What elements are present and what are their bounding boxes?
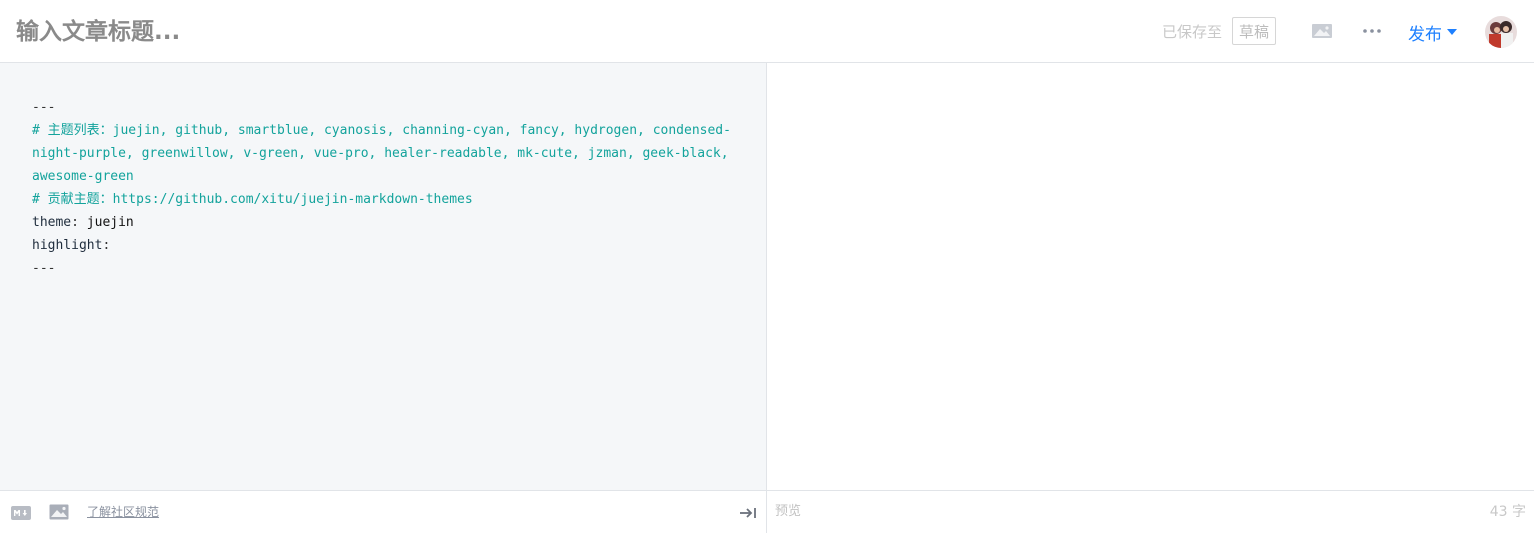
markdown-source[interactable]: --- # 主题列表：juejin, github, smartblue, cya… xyxy=(32,96,737,280)
preview-label: 预览 xyxy=(775,504,802,519)
avatar[interactable] xyxy=(1485,16,1517,48)
editor-header: 已保存至 草稿 发布 xyxy=(0,0,1534,63)
preview-pane xyxy=(767,63,1534,490)
article-title-input[interactable] xyxy=(16,14,916,50)
draft-button[interactable]: 草稿 xyxy=(1232,17,1276,45)
code-line[interactable]: --- xyxy=(32,257,737,280)
code-token: --- xyxy=(32,261,56,276)
code-token: : xyxy=(71,215,87,230)
code-line[interactable]: --- xyxy=(32,96,737,119)
code-line[interactable]: theme: juejin xyxy=(32,211,737,234)
more-icon[interactable] xyxy=(1361,20,1383,42)
code-line[interactable]: # 主题列表：juejin, github, smartblue, cyanos… xyxy=(32,119,737,188)
collapse-arrow-icon[interactable] xyxy=(739,505,757,519)
editor-footer-left: 了解社区规范 xyxy=(0,491,767,533)
code-line[interactable]: highlight: xyxy=(32,234,737,257)
publish-label: 发布 xyxy=(1408,24,1442,45)
chevron-down-icon xyxy=(1447,29,1457,35)
code-token: # 贡献主题：https://github.com/xitu/juejin-ma… xyxy=(32,192,473,207)
word-count: 43 字 xyxy=(1489,504,1526,520)
community-rules-link[interactable]: 了解社区规范 xyxy=(87,504,159,520)
markdown-icon[interactable] xyxy=(11,505,31,520)
code-line[interactable]: # 贡献主题：https://github.com/xitu/juejin-ma… xyxy=(32,188,737,211)
editor-footer: 了解社区规范 预览 43 字 xyxy=(0,490,1534,533)
code-token: --- xyxy=(32,100,56,115)
code-token: highlight xyxy=(32,238,103,253)
code-token: theme xyxy=(32,215,72,230)
image-icon[interactable] xyxy=(1311,22,1333,40)
picture-icon[interactable] xyxy=(49,504,69,520)
publish-button[interactable]: 发布 xyxy=(1408,20,1457,45)
code-token: # 主题列表：juejin, github, smartblue, cyanos… xyxy=(32,123,737,184)
save-status-text: 已保存至 xyxy=(1162,23,1223,41)
code-token: : xyxy=(102,238,111,253)
code-token: juejin xyxy=(86,215,134,230)
markdown-editor[interactable]: --- # 主题列表：juejin, github, smartblue, cya… xyxy=(0,63,767,490)
